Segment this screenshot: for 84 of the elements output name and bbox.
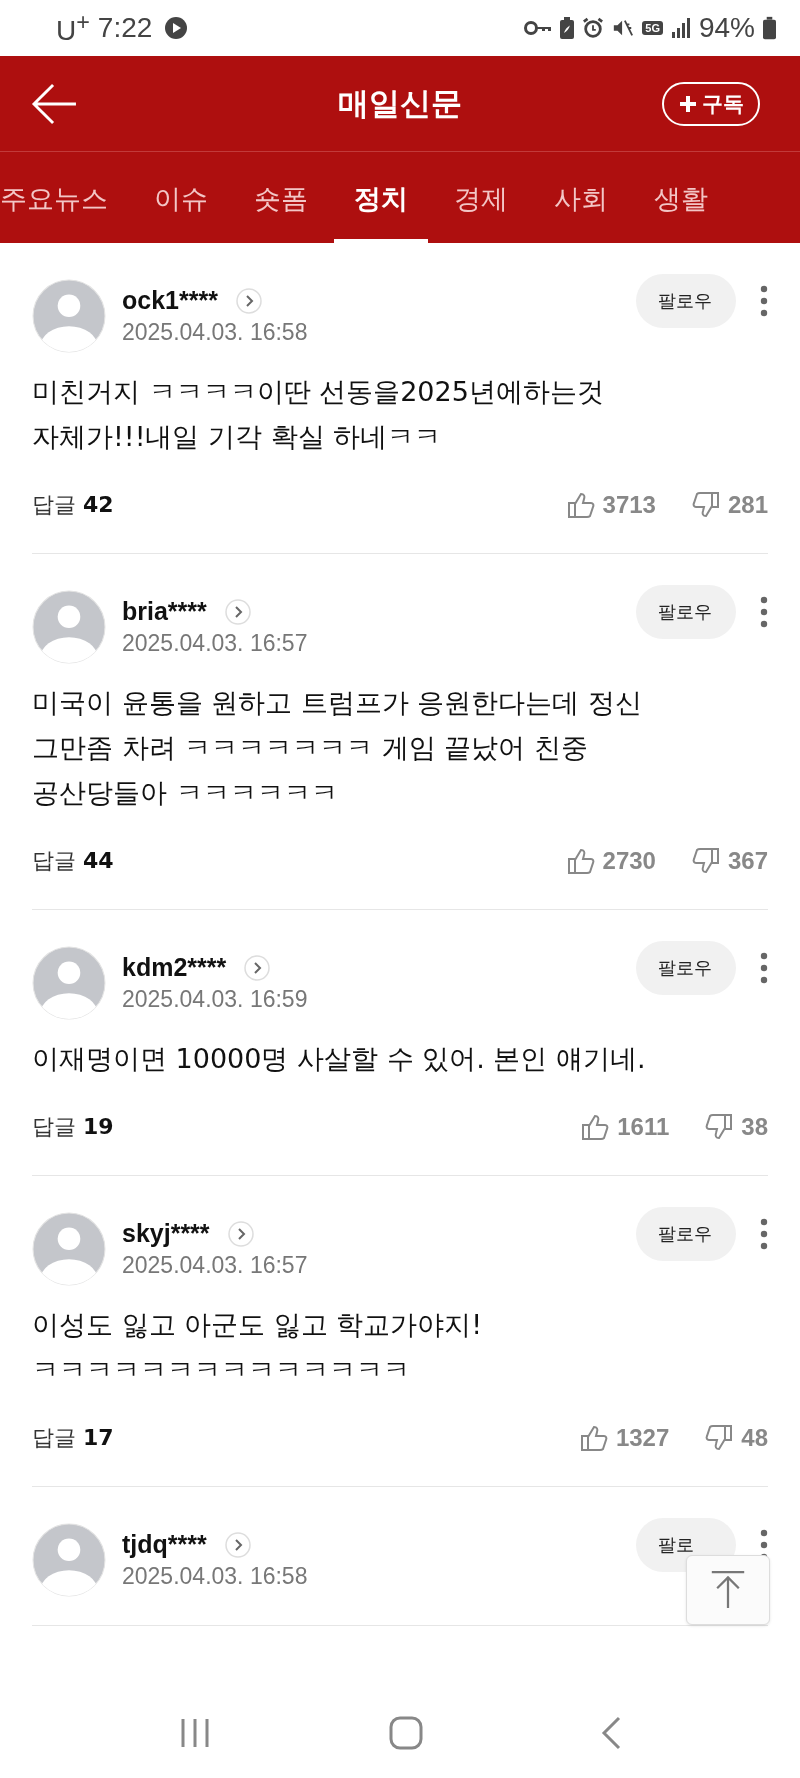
play-icon xyxy=(164,16,189,40)
like-count: 2730 xyxy=(602,847,656,875)
avatar-icon xyxy=(32,946,106,1020)
category-tab[interactable]: 생활 xyxy=(634,152,728,243)
mute-vibrate-icon xyxy=(612,17,635,39)
category-tab[interactable]: 정치 xyxy=(334,152,428,243)
thumbs-up-icon[interactable] xyxy=(579,1424,608,1452)
signal-icon xyxy=(670,18,691,38)
comment-text: 공산당들아 ㅋㅋㅋㅋㅋㅋ xyxy=(32,776,339,810)
category-tab[interactable]: 주요뉴스 xyxy=(0,152,128,243)
category-tab[interactable]: 이슈 xyxy=(134,152,228,243)
comment-date: 2025.04.03. 16:58 xyxy=(122,319,309,346)
carrier-label: U$^{+}$ xyxy=(56,8,90,48)
more-options-icon[interactable] xyxy=(760,596,768,628)
comment-text: 이성도 잃고 아군도 잃고 학교가야지! xyxy=(32,1308,484,1342)
replies-link[interactable]: 답글 19 xyxy=(32,1112,114,1142)
thumbs-up-icon[interactable] xyxy=(566,491,595,519)
avatar-icon xyxy=(32,1523,106,1597)
chevron-right-icon[interactable] xyxy=(244,954,271,981)
category-tab[interactable]: 사회 xyxy=(534,152,628,243)
chevron-right-icon[interactable] xyxy=(227,1220,254,1247)
category-tab[interactable]: 경제 xyxy=(434,152,528,243)
dislike-count: 367 xyxy=(727,847,768,875)
like-count: 1327 xyxy=(615,1424,670,1452)
comment-date: 2025.04.03. 16:57 xyxy=(122,1252,309,1279)
dislike-count: 38 xyxy=(741,1113,768,1141)
arrow-up-icon xyxy=(710,1570,746,1610)
avatar-icon xyxy=(32,279,106,353)
comment-text: 이재명이면 10000명 사살할 수 있어. 본인 얘기네. xyxy=(32,1042,647,1076)
follow-button[interactable]: 팔로우 xyxy=(636,274,736,328)
chevron-right-icon[interactable] xyxy=(224,598,251,625)
more-options-icon[interactable] xyxy=(760,285,768,317)
alarm-icon xyxy=(582,17,605,39)
plus-icon xyxy=(678,93,698,114)
comment-text: 그만좀 차려 ㅋㅋㅋㅋㅋㅋㅋ 게임 끝났어 친중 xyxy=(32,731,589,765)
home-icon[interactable] xyxy=(389,1716,423,1750)
chevron-right-icon[interactable] xyxy=(235,287,262,314)
username: tjdq**** xyxy=(122,1530,207,1559)
battery-icon xyxy=(763,16,776,40)
more-options-icon[interactable] xyxy=(760,952,768,984)
replies-link[interactable]: 답글 42 xyxy=(32,490,114,520)
comment-text: ㅋㅋㅋㅋㅋㅋㅋㅋㅋㅋㅋㅋㅋㅋ xyxy=(32,1353,411,1387)
comment-date: 2025.04.03. 16:58 xyxy=(122,1563,309,1590)
dislike-count: 281 xyxy=(727,491,768,519)
username: skyj**** xyxy=(122,1219,210,1248)
battery-saver-icon xyxy=(560,17,575,39)
network-badge: 5G xyxy=(642,21,663,35)
chevron-right-icon[interactable] xyxy=(224,1531,251,1558)
thumbs-up-icon[interactable] xyxy=(566,847,595,875)
comment-date: 2025.04.03. 16:59 xyxy=(122,986,309,1013)
replies-link[interactable]: 답글 44 xyxy=(32,846,114,876)
thumbs-down-icon[interactable] xyxy=(705,1113,734,1141)
username: bria**** xyxy=(122,597,207,626)
clock-time: 7:22 xyxy=(97,12,153,44)
more-options-icon[interactable] xyxy=(760,1218,768,1250)
recent-apps-icon[interactable] xyxy=(179,1717,211,1749)
username: ock1**** xyxy=(122,286,218,315)
thumbs-down-icon[interactable] xyxy=(705,1424,734,1452)
arrow-left-icon xyxy=(30,82,78,125)
dislike-count: 48 xyxy=(741,1424,768,1452)
subscribe-button[interactable]: 구독 xyxy=(662,81,760,126)
newspaper-title: 매일신문 xyxy=(338,83,462,123)
comment-text: 미친거지 ㅋㅋㅋㅋ이딴 선동을2025년에하는것 xyxy=(32,375,605,409)
thumbs-down-icon[interactable] xyxy=(691,491,720,519)
comment-text: 미국이 윤통을 원하고 트럼프가 응원한다는데 정신 xyxy=(32,686,643,720)
like-count: 1611 xyxy=(617,1113,670,1141)
key-icon xyxy=(524,20,553,36)
back-button[interactable] xyxy=(30,82,78,125)
follow-button[interactable]: 팔로우 xyxy=(636,941,736,995)
follow-button[interactable]: 팔로우 xyxy=(636,585,736,639)
follow-button[interactable]: 팔로우 xyxy=(636,1207,736,1261)
back-icon[interactable] xyxy=(601,1716,621,1750)
battery-percent: 94% xyxy=(698,12,755,44)
comment-date: 2025.04.03. 16:57 xyxy=(122,630,309,657)
like-count: 3713 xyxy=(602,491,656,519)
replies-link[interactable]: 답글 17 xyxy=(32,1423,114,1453)
thumbs-up-icon[interactable] xyxy=(581,1113,610,1141)
scroll-to-top-button[interactable] xyxy=(686,1555,770,1625)
avatar-icon xyxy=(32,1212,106,1286)
category-tab[interactable]: 숏폼 xyxy=(234,152,328,243)
username: kdm2**** xyxy=(122,953,227,982)
comment-text: 자체가!!!내일 기각 확실 하네ㅋㅋ xyxy=(32,420,443,454)
thumbs-down-icon[interactable] xyxy=(691,847,720,875)
avatar-icon xyxy=(32,590,106,664)
